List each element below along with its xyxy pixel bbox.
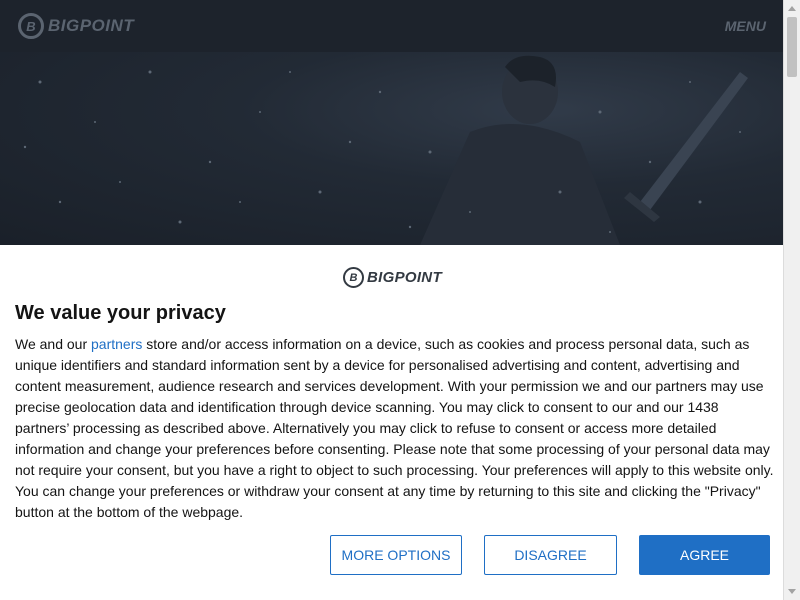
site-header: B BIGPOINT MENU (0, 0, 783, 52)
dialog-logo-text: BIGPOINT (367, 269, 442, 286)
bigpoint-logo-icon: B (343, 267, 364, 288)
hero-image (0, 52, 783, 245)
body-prefix: We and our (15, 336, 92, 352)
dialog-title: We value your privacy (15, 302, 226, 324)
scroll-down-arrow-icon[interactable] (788, 589, 796, 594)
dialog-body-text: We and our partners store and/or access … (15, 334, 775, 523)
partners-link[interactable]: partners (91, 336, 142, 352)
more-options-button[interactable]: MORE OPTIONS (330, 535, 462, 575)
scroll-up-arrow-icon[interactable] (788, 6, 796, 11)
dialog-logo: B BIGPOINT (343, 267, 442, 288)
site-logo-text: BIGPOINT (48, 16, 135, 35)
body-rest: store and/or access information on a dev… (15, 336, 774, 520)
site-logo[interactable]: B BIGPOINT (18, 13, 134, 39)
scrollbar-thumb[interactable] (787, 17, 797, 77)
disagree-button[interactable]: DISAGREE (484, 535, 617, 575)
menu-button[interactable]: MENU (725, 18, 766, 34)
hero-artwork (23, 55, 748, 245)
bigpoint-logo-icon: B (18, 13, 44, 39)
page-scrollbar[interactable] (783, 0, 800, 600)
agree-button[interactable]: AGREE (639, 535, 770, 575)
